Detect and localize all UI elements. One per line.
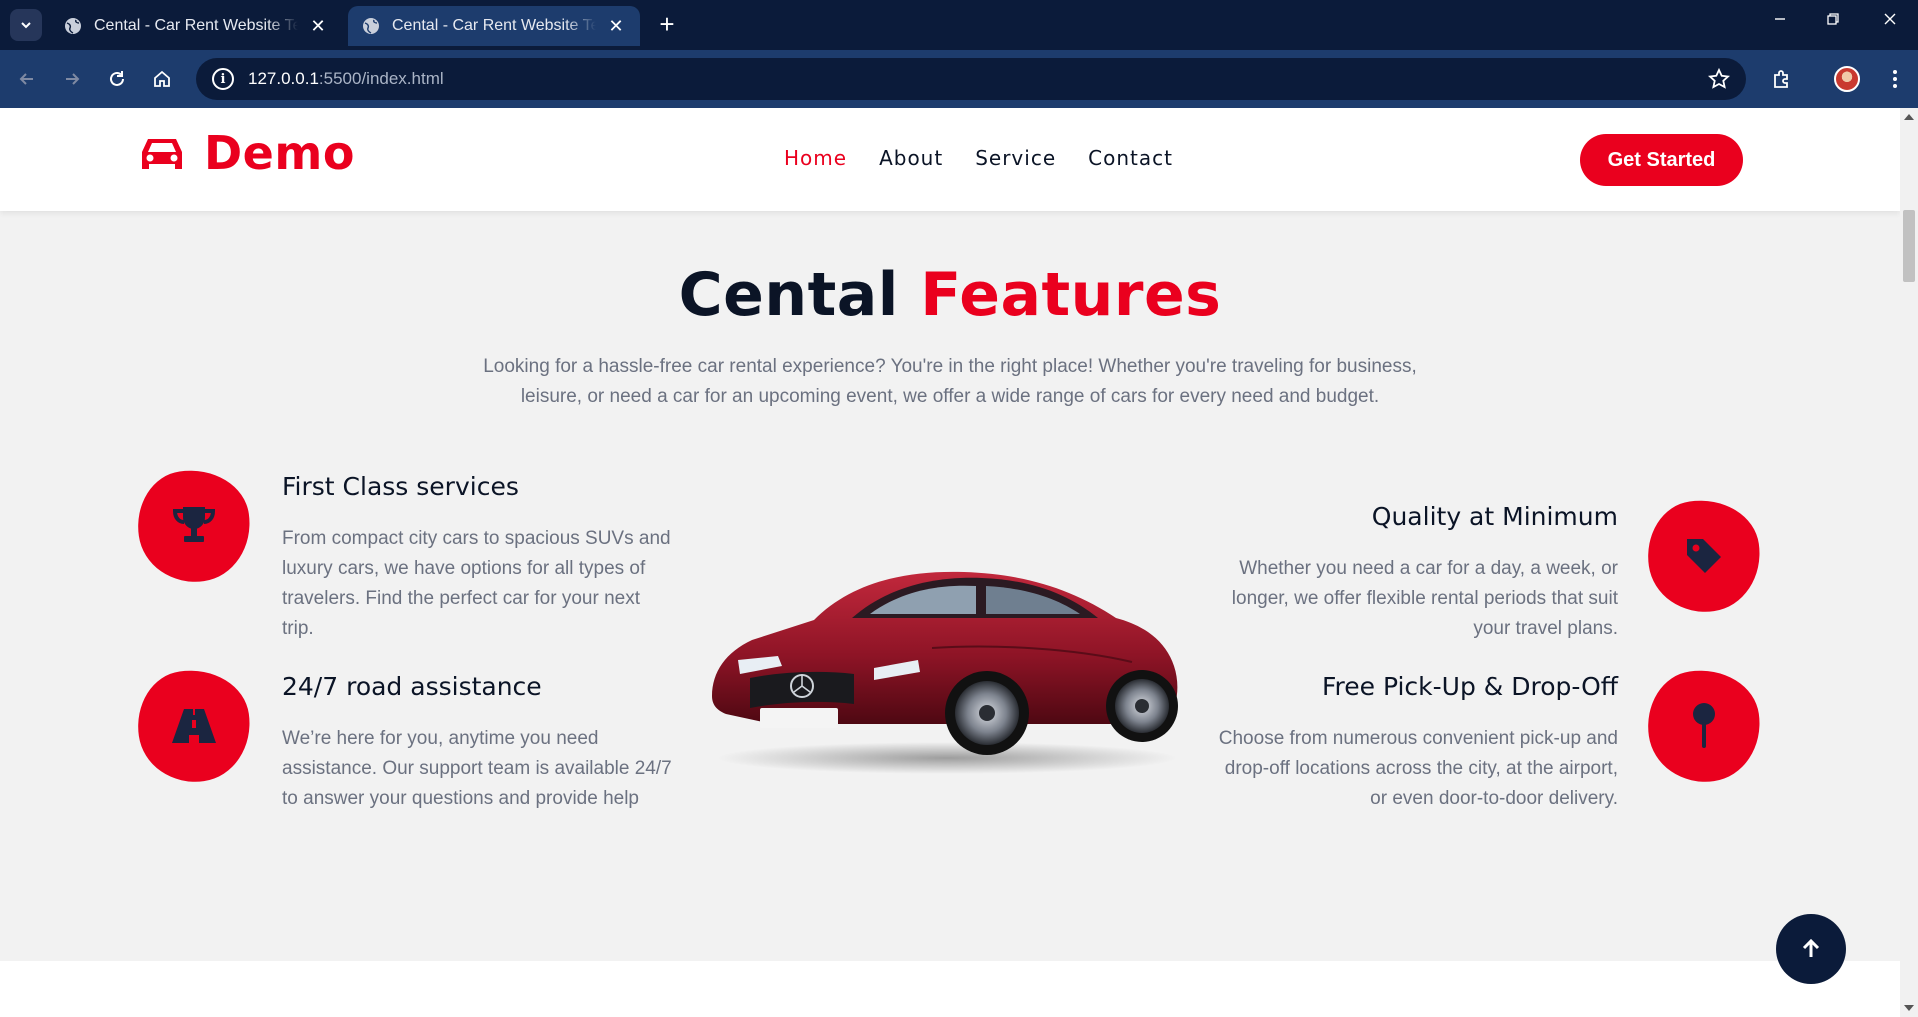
- tab-search-button[interactable]: [10, 9, 42, 41]
- tab-title: Cental - Car Rent Website Template: [392, 17, 596, 34]
- browser-tab[interactable]: Cental - Car Rent Website Template ✕: [50, 6, 342, 46]
- reload-button[interactable]: [102, 64, 132, 94]
- close-tab-icon[interactable]: ✕: [308, 16, 328, 37]
- chevron-down-icon: [21, 22, 31, 29]
- nav-about[interactable]: About: [879, 146, 943, 170]
- feature-title: Quality at Minimum: [1371, 502, 1618, 531]
- next-section: [0, 961, 1900, 1017]
- restore-icon: [1827, 13, 1839, 25]
- site-header: Demo Home About Service Contact Get Star…: [0, 108, 1900, 211]
- browser-toolbar: i 127.0.0.1:5500/index.html: [0, 50, 1918, 108]
- page-scrollbar[interactable]: [1900, 108, 1918, 1017]
- more-vertical-icon: [1893, 70, 1897, 88]
- arrow-up-icon: [1802, 938, 1820, 957]
- globe-icon: [363, 18, 379, 34]
- scroll-down-arrow[interactable]: [1904, 1005, 1914, 1011]
- car-icon: [142, 139, 182, 169]
- feature-title: Free Pick-Up & Drop-Off: [1321, 672, 1618, 701]
- section-title-dark: Cental: [678, 260, 899, 330]
- back-to-top-button[interactable]: [1776, 914, 1846, 984]
- feature-text: Whether you need a car for a day, a week…: [1231, 558, 1618, 639]
- browser-menu-button[interactable]: [1880, 64, 1910, 94]
- feature-text: We’re here for you, anytime you need ass…: [282, 728, 672, 809]
- road-icon: [172, 709, 216, 743]
- feature-icon-badge: [1640, 662, 1768, 790]
- puzzle-icon: [1774, 70, 1788, 88]
- home-icon: [154, 70, 170, 87]
- red-sports-car-image: [712, 571, 1178, 774]
- extensions-button[interactable]: [1767, 64, 1797, 94]
- feature-icon-badge: [130, 462, 258, 590]
- feature-text: From compact city cars to spacious SUVs …: [282, 528, 671, 639]
- scrollbar-thumb[interactable]: [1903, 210, 1915, 282]
- close-tab-icon[interactable]: ✕: [606, 16, 626, 37]
- restore-button[interactable]: [1821, 10, 1845, 31]
- section-description-line: leisure, or need a car for an upcoming e…: [520, 386, 1380, 407]
- globe-icon: [65, 18, 81, 34]
- web-page: Demo Home About Service Contact Get Star…: [0, 108, 1900, 1017]
- bookmark-star-icon[interactable]: [1708, 68, 1730, 90]
- section-description-line: Looking for a hassle-free car rental exp…: [483, 356, 1417, 377]
- section-title: Cental Features: [0, 260, 1900, 330]
- minimize-button[interactable]: [1768, 10, 1792, 31]
- nav-home[interactable]: Home: [784, 146, 847, 170]
- minimize-icon: [1775, 18, 1785, 20]
- scroll-up-arrow[interactable]: [1904, 114, 1914, 120]
- close-window-button[interactable]: [1878, 10, 1902, 31]
- close-icon: [1884, 13, 1896, 25]
- new-tab-button[interactable]: +: [652, 10, 682, 38]
- site-info-icon[interactable]: i: [212, 68, 234, 90]
- feature-text: Choose from numerous convenient pick-up …: [1218, 728, 1618, 809]
- map-pin-icon: [1693, 703, 1715, 748]
- feature-icon-badge: [130, 662, 258, 790]
- reload-icon: [110, 71, 124, 86]
- profile-avatar[interactable]: [1834, 66, 1860, 92]
- arrow-left-icon: [19, 73, 33, 85]
- feature-title: 24/7 road assistance: [282, 672, 542, 701]
- url-host: 127.0.0.1: [248, 69, 319, 88]
- browser-tab-strip: Cental - Car Rent Website Template ✕ Cen…: [0, 0, 1918, 50]
- trophy-icon: [172, 507, 216, 542]
- main-nav: Home About Service Contact: [784, 146, 1173, 170]
- forward-button[interactable]: [57, 64, 87, 94]
- browser-tab-active[interactable]: Cental - Car Rent Website Template ✕: [348, 6, 640, 46]
- feature-icon-badge: [1640, 492, 1768, 620]
- home-button[interactable]: [147, 64, 177, 94]
- url-path: :5500/index.html: [318, 69, 444, 88]
- logo-text: Demo: [204, 126, 355, 180]
- address-bar[interactable]: i 127.0.0.1:5500/index.html: [196, 58, 1746, 100]
- section-title-accent: Features: [920, 260, 1222, 330]
- tab-title: Cental - Car Rent Website Template: [94, 17, 298, 34]
- nav-service[interactable]: Service: [975, 146, 1056, 170]
- back-button[interactable]: [12, 64, 42, 94]
- section-description: Looking for a hassle-free car rental exp…: [450, 352, 1450, 412]
- site-logo[interactable]: Demo: [138, 126, 355, 180]
- tag-icon: [1687, 539, 1721, 573]
- get-started-button[interactable]: Get Started: [1580, 134, 1743, 186]
- feature-title: First Class services: [282, 472, 519, 501]
- nav-contact[interactable]: Contact: [1088, 146, 1173, 170]
- arrow-right-icon: [66, 73, 80, 85]
